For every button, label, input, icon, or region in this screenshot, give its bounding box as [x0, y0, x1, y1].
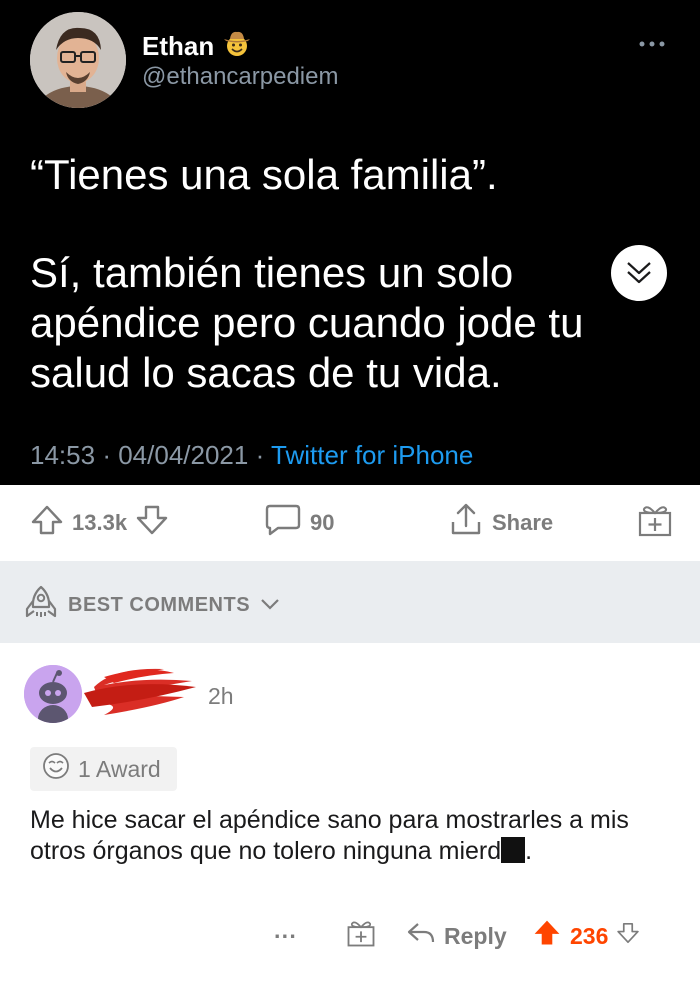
tweet-source-link[interactable]: Twitter for iPhone [271, 440, 473, 470]
arrow-down-icon[interactable] [616, 921, 640, 951]
cowboy-emoji-icon [222, 28, 252, 65]
comment-vote-group: 236 [532, 909, 640, 963]
share-button[interactable]: Share [448, 485, 553, 561]
comment-text: Me hice sacar el apéndice sano para most… [30, 806, 629, 865]
tweet-time: 14:53 [30, 440, 96, 470]
comments-sort-bar: BEST COMMENTS [0, 561, 700, 643]
sort-dropdown[interactable]: BEST COMMENTS [24, 585, 280, 625]
tweet-paragraph-2: Sí, también tienes un solo apéndice pero… [30, 249, 584, 396]
post-score: 13.3k [72, 510, 128, 535]
comments-button[interactable]: 90 [264, 485, 334, 561]
reply-arrow-icon [406, 920, 436, 952]
arrow-down-icon[interactable] [135, 503, 169, 543]
tweet-screenshot: Ethan @ethancarpediem “Tienes una sola f… [0, 0, 700, 485]
comment-text-end: . [525, 837, 533, 865]
rocket-icon [24, 585, 58, 625]
arrow-up-icon[interactable] [30, 503, 64, 543]
double-chevron-down-icon[interactable] [611, 245, 667, 301]
tweet-paragraph-1: “Tienes una sola familia”. [30, 151, 498, 198]
meta-separator: · [255, 440, 265, 470]
author-name-text: Ethan [142, 31, 215, 61]
comment: 2h 1 Award Me hice sacar el apéndice san… [0, 643, 700, 982]
gift-icon [637, 502, 673, 544]
share-label: Share [492, 510, 554, 535]
tweet-text: “Tienes una sola familia”. Sí, también t… [30, 150, 670, 398]
redacted-username [74, 657, 200, 723]
author-avatar[interactable] [30, 12, 126, 108]
more-horizontal-icon[interactable] [638, 28, 666, 54]
award-label: 1 Award [78, 755, 161, 782]
arrow-up-filled-icon[interactable] [532, 918, 562, 954]
comment-body: Me hice sacar el apéndice sano para most… [30, 805, 690, 867]
reply-button[interactable]: Reply [406, 909, 507, 963]
comment-more-button[interactable]: ··· [274, 909, 297, 963]
award-button[interactable] [637, 485, 673, 561]
comment-award-button[interactable] [346, 909, 376, 963]
comments-count: 90 [310, 510, 335, 535]
meta-separator: · [102, 440, 111, 470]
more-horizontal-icon: ··· [274, 922, 297, 949]
author-name[interactable]: Ethan [142, 28, 252, 65]
sort-label: BEST COMMENTS [68, 593, 251, 616]
award-emoji-icon [42, 752, 70, 786]
comment-score: 236 [570, 922, 609, 949]
reply-label: Reply [444, 922, 507, 949]
comment-toolbar: ··· Reply 236 [0, 909, 700, 963]
tweet-meta: 14:53 · 04/04/2021 · Twitter for iPhone [30, 440, 473, 471]
censor-block [501, 837, 526, 863]
tweet-date: 04/04/2021 [118, 440, 249, 470]
comment-bubble-icon [264, 503, 302, 543]
award-badge[interactable]: 1 Award [30, 747, 177, 791]
comment-time: 2h [208, 683, 234, 709]
vote-group: 13.3k [30, 485, 169, 561]
chevron-down-icon [260, 594, 280, 617]
gift-icon [346, 918, 376, 954]
post-action-bar: 13.3k 90 Share [0, 485, 700, 561]
share-icon [448, 502, 484, 544]
author-handle[interactable]: @ethancarpediem [142, 63, 338, 91]
